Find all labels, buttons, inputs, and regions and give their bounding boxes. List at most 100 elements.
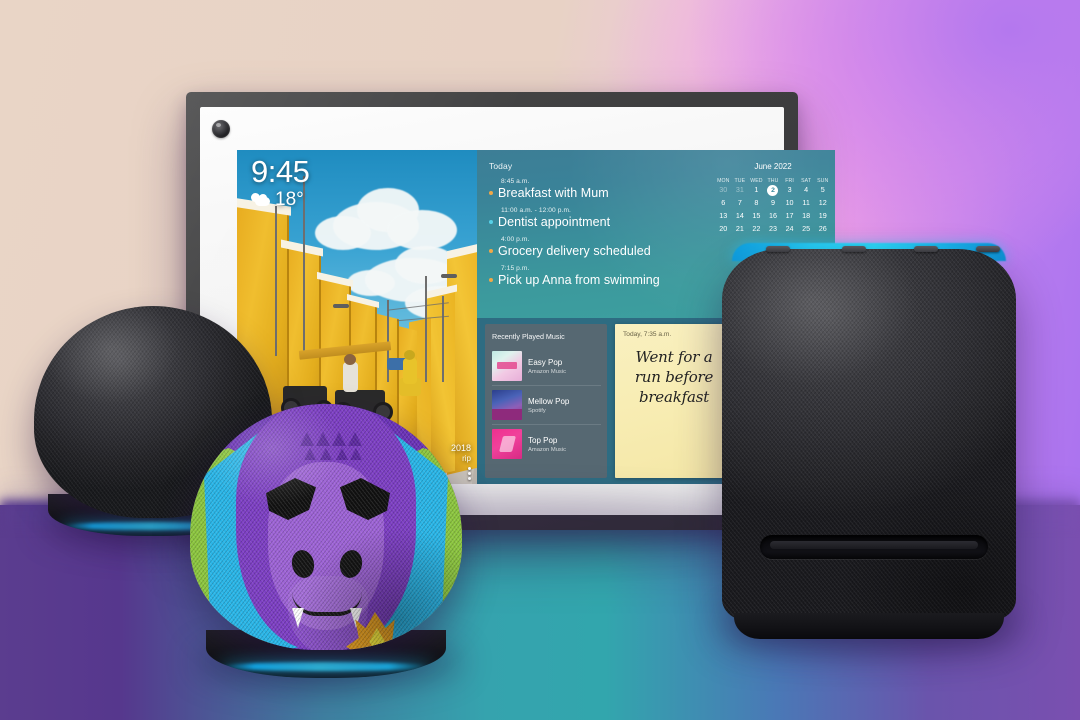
camera-icon: [212, 120, 230, 138]
music-track-source: Spotify: [528, 407, 546, 414]
calendar-day[interactable]: 30: [715, 184, 732, 195]
agenda-event-time: 8:45 a.m.: [501, 178, 530, 185]
agenda-event-title: Dentist appointment: [498, 215, 611, 229]
agenda-event-title: Pick up Anna from swimming: [498, 273, 660, 287]
action-button[interactable]: [976, 246, 1000, 252]
agenda-event-dot: [489, 191, 493, 195]
calendar-day[interactable]: 23: [765, 223, 782, 234]
music-track-source: Amazon Music: [528, 368, 567, 375]
product-scene: 9:45 18° 2018 rip Today 8:45 a.m. Breakf…: [0, 0, 1080, 720]
street-lamp: [441, 274, 457, 278]
calendar-day[interactable]: 24: [781, 223, 798, 234]
agenda-event-row: Dentist appointment: [489, 215, 707, 229]
cloud: [315, 216, 371, 250]
agenda-event-row: Grocery delivery scheduled: [489, 244, 707, 258]
weather-temperature: 18°: [275, 188, 304, 210]
echo-dot-kids-dragon-device: [190, 404, 462, 678]
calendar-day[interactable]: 20: [715, 223, 732, 234]
agenda-event[interactable]: 8:45 a.m. Breakfast with Mum: [489, 178, 707, 200]
calendar-day[interactable]: 10: [781, 197, 798, 208]
agenda-event[interactable]: 11:00 a.m. - 12:00 p.m. Dentist appointme…: [489, 207, 707, 229]
agenda-event[interactable]: 4:00 p.m. Grocery delivery scheduled: [489, 236, 707, 258]
kebab-menu-icon[interactable]: [468, 467, 471, 480]
note-timestamp: Today, 7:35 a.m.: [623, 331, 672, 338]
calendar-day-today[interactable]: 2: [765, 184, 782, 196]
agenda-widget[interactable]: Today 8:45 a.m. Breakfast with Mum 11:00 a…: [477, 150, 713, 318]
note-body: Went for a run before breakfast: [634, 348, 714, 406]
dragon-horn: [316, 432, 330, 446]
dragon-horn: [336, 448, 348, 460]
calendar-day[interactable]: 4: [798, 184, 815, 195]
calendar-day[interactable]: 19: [814, 210, 831, 221]
calendar-title: June 2022: [754, 162, 792, 171]
album-art: [492, 351, 522, 381]
calendar-day[interactable]: 1: [748, 184, 765, 195]
calendar-day[interactable]: 26: [814, 223, 831, 234]
studio-bass-vent: [760, 535, 988, 559]
calendar-day[interactable]: 21: [732, 223, 749, 234]
echo-studio-device: [716, 243, 1022, 639]
album-art: [492, 390, 522, 420]
partly-cloudy-icon: [251, 193, 270, 207]
studio-top-buttons[interactable]: [738, 244, 1000, 256]
music-heading: Recently Played Music: [492, 332, 565, 341]
music-track-name: Mellow Pop: [528, 396, 570, 406]
calendar-day[interactable]: 8: [748, 197, 765, 208]
dragon-horn: [350, 448, 362, 460]
studio-base: [734, 613, 1004, 639]
dragon-fabric-sphere: [190, 404, 462, 650]
rider-head: [404, 350, 415, 360]
calendar-day[interactable]: 15: [748, 210, 765, 221]
music-widget[interactable]: Recently Played Music Easy Pop Amazon Mus…: [485, 324, 607, 478]
calendar-day[interactable]: 18: [798, 210, 815, 221]
agenda-event-list: 8:45 a.m. Breakfast with Mum 11:00 a.m. - …: [489, 178, 707, 287]
dragon-horn: [300, 432, 314, 446]
rider: [403, 358, 417, 384]
music-track-source: Amazon Music: [528, 446, 567, 453]
calendar-day[interactable]: 16: [765, 210, 782, 221]
street-lamp: [333, 304, 349, 308]
music-track-row[interactable]: Mellow Pop Spotify: [492, 386, 601, 425]
music-track-meta: Easy Pop Amazon Music: [528, 358, 566, 375]
calendar-day-grid: 30 31 1 2 3 4 5 6 7 8 9 10 11 12 13 14 15 16 17 18 19 20 21 22 2…: [715, 184, 831, 234]
dragon-fang-left: [292, 608, 304, 628]
music-track-list: Easy Pop Amazon Music Mellow Pop Spotify Top…: [492, 347, 601, 463]
agenda-event-time: 7:15 p.m.: [501, 265, 530, 272]
music-track-meta: Top Pop Amazon Music: [528, 436, 566, 453]
weather-row: 18°: [251, 189, 309, 211]
calendar-day[interactable]: 11: [798, 197, 815, 208]
agenda-event-title: Breakfast with Mum: [498, 186, 609, 200]
album-art: [492, 429, 522, 459]
calendar-day[interactable]: 9: [765, 197, 782, 208]
music-track-row[interactable]: Top Pop Amazon Music: [492, 425, 601, 463]
agenda-event-time: 4:00 p.m.: [501, 236, 530, 243]
calendar-day[interactable]: 5: [814, 184, 831, 195]
calendar-day[interactable]: 3: [781, 184, 798, 195]
calendar-day[interactable]: 12: [814, 197, 831, 208]
clock-widget: 9:45 18°: [251, 154, 310, 211]
calendar-day[interactable]: 7: [732, 197, 749, 208]
calendar-day[interactable]: 6: [715, 197, 732, 208]
rider-head: [344, 354, 356, 365]
clock-time: 9:45: [251, 154, 310, 189]
calendar-day[interactable]: 31: [732, 184, 749, 195]
agenda-event[interactable]: 7:15 p.m. Pick up Anna from swimming: [489, 265, 707, 287]
calendar-day[interactable]: 22: [748, 223, 765, 234]
calendar-day[interactable]: 13: [715, 210, 732, 221]
volume-down-button[interactable]: [766, 246, 790, 252]
calendar-day[interactable]: 17: [781, 210, 798, 221]
music-track-row[interactable]: Easy Pop Amazon Music: [492, 347, 601, 386]
agenda-event-row: Pick up Anna from swimming: [489, 273, 707, 287]
calendar-day[interactable]: 14: [732, 210, 749, 221]
studio-body: [722, 249, 1016, 621]
cloud: [387, 210, 457, 250]
music-track-name: Top Pop: [528, 435, 558, 445]
calendar-day[interactable]: 25: [798, 223, 815, 234]
utility-pole: [275, 206, 277, 356]
agenda-event-dot: [489, 278, 493, 282]
rider: [343, 362, 358, 392]
mic-mute-button[interactable]: [914, 246, 938, 252]
volume-up-button[interactable]: [842, 246, 866, 252]
dragon-artwork: [190, 404, 462, 650]
utility-pole: [442, 296, 444, 382]
